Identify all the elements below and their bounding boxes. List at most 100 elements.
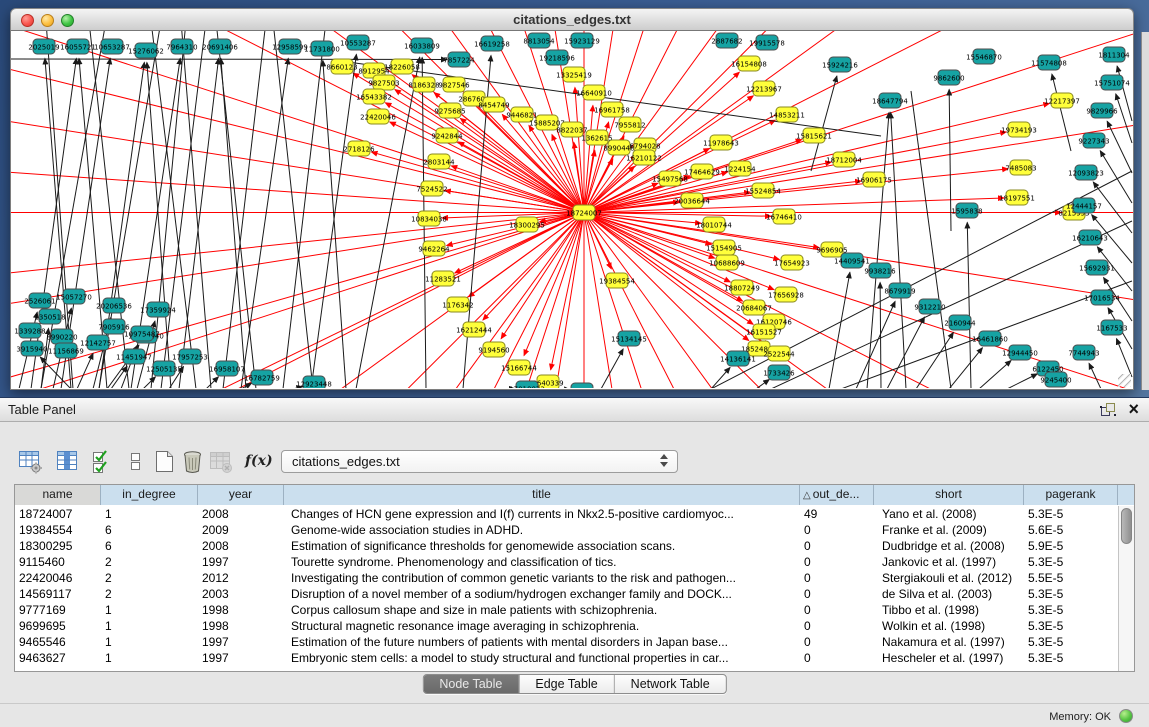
graph-node[interactable]: 12958599 — [272, 39, 308, 54]
graph-edge-black[interactable] — [179, 58, 219, 388]
graph-node[interactable]: 2887682 — [711, 33, 742, 48]
scrollbar-thumb[interactable] — [1121, 508, 1132, 544]
graph-node[interactable]: 18647794 — [872, 93, 908, 108]
graph-edge-red[interactable] — [11, 31, 584, 213]
graph-edge-black[interactable] — [1116, 94, 1132, 143]
graph-edge-black[interactable] — [77, 353, 93, 388]
graph-node[interactable]: 1339288 — [14, 323, 45, 338]
graph-node[interactable]: 14853211 — [769, 107, 805, 122]
graph-edge-black[interactable] — [949, 348, 982, 388]
graph-node[interactable]: 19915578 — [749, 35, 785, 50]
graph-node[interactable]: 15134145 — [611, 331, 647, 346]
graph-node[interactable]: 20036644 — [674, 193, 710, 208]
table-row[interactable]: 1456911722003Disruption of a novel membe… — [15, 586, 1118, 602]
graph-node[interactable]: 19734193 — [1001, 122, 1037, 137]
graph-edge-black[interactable] — [601, 349, 623, 388]
graph-edge-red[interactable] — [11, 31, 584, 213]
table-row[interactable]: 969969511998Structural magnetic resonanc… — [15, 618, 1118, 634]
tab-node-table[interactable]: Node Table — [423, 675, 519, 693]
graph-edge-black[interactable] — [311, 54, 356, 388]
tab-network-table[interactable]: Network Table — [615, 675, 726, 693]
graph-node[interactable]: 19218596 — [539, 50, 575, 65]
graph-node[interactable]: 8813054 — [523, 33, 555, 48]
graph-node[interactable]: 12217397 — [1044, 93, 1080, 108]
graph-node[interactable]: 9245400 — [1040, 372, 1071, 387]
import-table-icon[interactable] — [207, 448, 234, 475]
graph-edge-black[interactable] — [143, 377, 155, 388]
graph-node[interactable]: 15546870 — [966, 49, 1002, 64]
graph-node[interactable]: 7485083 — [1005, 160, 1036, 175]
graph-node[interactable]: 16906175 — [856, 172, 892, 187]
graph-node[interactable]: 2025019 — [28, 39, 59, 54]
graph-edge-black[interactable] — [1089, 363, 1101, 388]
citation-network-graph[interactable]: 1872400786601238912954182260589827503818… — [11, 31, 1133, 388]
graph-edge-black[interactable] — [856, 301, 895, 388]
graph-node[interactable]: 1350518 — [34, 309, 65, 324]
column-header-out_de[interactable]: △out_de... — [800, 485, 874, 505]
graph-node[interactable]: 1733426 — [763, 365, 795, 380]
graph-node[interactable]: 20691406 — [202, 39, 238, 54]
column-header-in_degree[interactable]: in_degree — [101, 485, 198, 505]
resize-grip-icon[interactable] — [1118, 374, 1131, 387]
graph-edge-black[interactable] — [1117, 66, 1132, 121]
graph-node[interactable]: 11459867 — [564, 383, 600, 388]
graph-node[interactable]: 3915940 — [16, 341, 47, 356]
graph-node[interactable]: 11731800 — [304, 41, 340, 56]
graph-node[interactable]: 9227343 — [1078, 133, 1109, 148]
graph-node[interactable]: 7744943 — [1068, 345, 1099, 360]
graph-edge-black[interactable] — [979, 360, 1011, 388]
graph-edge-black[interactable] — [891, 112, 906, 388]
graph-edge-black[interactable] — [916, 333, 953, 388]
graph-node[interactable]: 15923129 — [564, 33, 600, 48]
table-row[interactable]: 946554611997Estimation of the future num… — [15, 634, 1118, 650]
graph-node[interactable]: 1811304 — [1098, 47, 1130, 62]
graph-edge-black[interactable] — [1107, 121, 1132, 173]
graph-node[interactable]: 12923448 — [296, 376, 332, 388]
float-panel-icon[interactable] — [1100, 402, 1116, 417]
graph-edge-black[interactable] — [880, 282, 881, 388]
graph-node[interactable]: 11283521 — [425, 271, 461, 286]
graph-edge-black[interactable] — [1100, 151, 1132, 203]
graph-node[interactable]: 12505135 — [146, 361, 182, 376]
graph-node[interactable]: 8990220 — [46, 329, 77, 344]
graph-node[interactable]: 15924216 — [822, 57, 858, 72]
graph-node[interactable]: 9312210 — [914, 299, 945, 314]
table-row[interactable]: 911546021997Tourette syndrome. Phenomeno… — [15, 554, 1118, 570]
close-panel-icon[interactable]: × — [1128, 401, 1139, 417]
graph-node[interactable]: 20206536 — [96, 298, 132, 313]
column-header-year[interactable]: year — [198, 485, 284, 505]
graph-edge-black[interactable] — [283, 31, 326, 388]
tab-edge-table[interactable]: Edge Table — [519, 675, 614, 693]
show-columns-icon[interactable] — [54, 448, 81, 475]
graph-node[interactable]: 22420046 — [360, 109, 396, 124]
graph-node[interactable]: 1167533 — [1096, 320, 1127, 335]
graph-node[interactable]: 7964310 — [166, 39, 197, 54]
column-header-pagerank[interactable]: pagerank — [1024, 485, 1118, 505]
graph-node[interactable]: 16461860 — [972, 331, 1008, 346]
graph-node[interactable]: 10553287 — [340, 35, 376, 50]
graph-node[interactable]: 7857224 — [443, 52, 475, 67]
select-columns-icon[interactable] — [89, 448, 116, 475]
graph-edge-red[interactable] — [11, 31, 584, 213]
graph-edge-red[interactable] — [11, 213, 584, 389]
vertical-scrollbar[interactable] — [1118, 506, 1134, 671]
graph-node[interactable]: 16154808 — [731, 56, 767, 71]
graph-node[interactable]: 9862600 — [933, 70, 964, 85]
graph-node[interactable]: 9938216 — [864, 263, 896, 278]
graph-node[interactable]: 10653287 — [94, 39, 130, 54]
graph-node[interactable]: 8660123 — [326, 59, 357, 74]
graph-node[interactable]: 20684067 — [736, 300, 772, 315]
graph-edge-red[interactable] — [372, 152, 584, 212]
graph-node[interactable]: 10834038 — [411, 211, 447, 226]
table-row[interactable]: 1872400712008Changes of HCN gene express… — [15, 506, 1118, 522]
graph-edge-black[interactable] — [911, 91, 951, 388]
graph-edge-black[interactable] — [829, 272, 850, 388]
graph-node[interactable]: 9462264 — [418, 241, 450, 256]
column-header-short[interactable]: short — [874, 485, 1024, 505]
graph-edge-black[interactable] — [241, 58, 288, 388]
graph-edge-black[interactable] — [206, 377, 218, 388]
graph-edge-red[interactable] — [11, 213, 584, 389]
table-row[interactable]: 1938455462009Genome-wide association stu… — [15, 522, 1118, 538]
row-height-icon[interactable] — [122, 448, 149, 475]
graph-node[interactable]: 16210643 — [1072, 230, 1108, 245]
